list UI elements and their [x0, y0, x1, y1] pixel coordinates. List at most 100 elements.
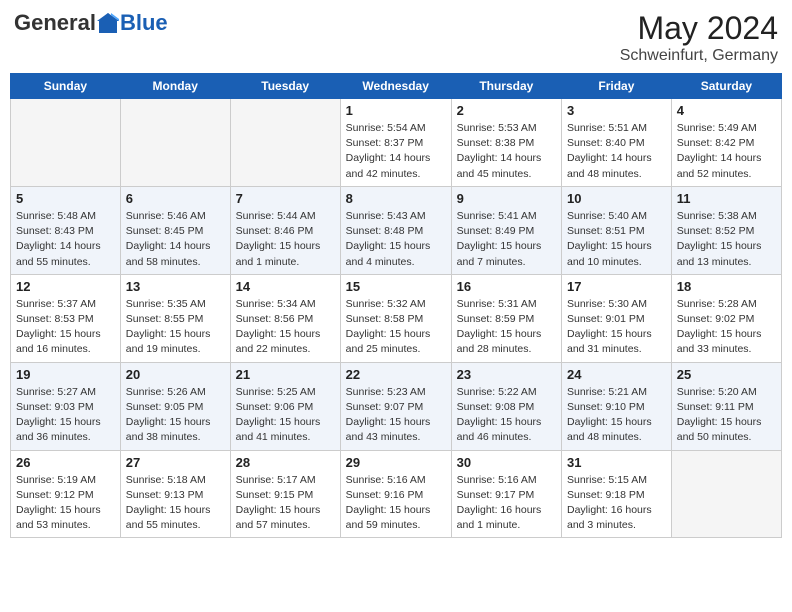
day-number: 13	[126, 279, 225, 294]
day-info: Sunrise: 5:41 AM Sunset: 8:49 PM Dayligh…	[457, 209, 556, 270]
day-number: 10	[567, 191, 666, 206]
day-info: Sunrise: 5:22 AM Sunset: 9:08 PM Dayligh…	[457, 385, 556, 446]
weekday-header-row: SundayMondayTuesdayWednesdayThursdayFrid…	[11, 74, 782, 99]
day-number: 8	[346, 191, 446, 206]
calendar-cell: 8 Sunrise: 5:43 AM Sunset: 8:48 PM Daylig…	[340, 186, 451, 274]
day-number: 29	[346, 455, 446, 470]
calendar-cell: 13 Sunrise: 5:35 AM Sunset: 8:55 PM Dayli…	[120, 274, 230, 362]
calendar-cell: 21Sunrise: 5:25 AM Sunset: 9:06 PM Dayli…	[230, 362, 340, 450]
day-info: Sunrise: 5:35 AM Sunset: 8:55 PM Dayligh…	[126, 297, 225, 358]
calendar-cell: 1Sunrise: 5:54 AM Sunset: 8:37 PM Daylig…	[340, 99, 451, 187]
calendar-cell: 15 Sunrise: 5:32 AM Sunset: 8:58 PM Dayli…	[340, 274, 451, 362]
calendar-cell: 18Sunrise: 5:28 AM Sunset: 9:02 PM Dayli…	[671, 274, 781, 362]
day-number: 3	[567, 103, 666, 118]
calendar-cell: 22 Sunrise: 5:23 AM Sunset: 9:07 PM Dayli…	[340, 362, 451, 450]
calendar-cell: 17Sunrise: 5:30 AM Sunset: 9:01 PM Dayli…	[562, 274, 672, 362]
calendar-cell: 30 Sunrise: 5:16 AM Sunset: 9:17 PM Dayli…	[451, 450, 561, 538]
logo-blue-text: Blue	[120, 10, 168, 36]
weekday-header-sunday: Sunday	[11, 74, 121, 99]
calendar-cell	[11, 99, 121, 187]
weekday-header-monday: Monday	[120, 74, 230, 99]
day-info: Sunrise: 5:44 AM Sunset: 8:46 PM Dayligh…	[236, 209, 335, 270]
day-number: 14	[236, 279, 335, 294]
day-number: 23	[457, 367, 556, 382]
page-header: General Blue May 2024 Schweinfurt, Germa…	[10, 10, 782, 65]
title-block: May 2024 Schweinfurt, Germany	[620, 10, 778, 65]
day-info: Sunrise: 5:25 AM Sunset: 9:06 PM Dayligh…	[236, 385, 335, 446]
day-info: Sunrise: 5:15 AM Sunset: 9:18 PM Dayligh…	[567, 473, 666, 534]
day-info: Sunrise: 5:32 AM Sunset: 8:58 PM Dayligh…	[346, 297, 446, 358]
calendar-cell: 5Sunrise: 5:48 AM Sunset: 8:43 PM Daylig…	[11, 186, 121, 274]
calendar-cell: 16 Sunrise: 5:31 AM Sunset: 8:59 PM Dayli…	[451, 274, 561, 362]
day-info: Sunrise: 5:30 AM Sunset: 9:01 PM Dayligh…	[567, 297, 666, 358]
day-info: Sunrise: 5:23 AM Sunset: 9:07 PM Dayligh…	[346, 385, 446, 446]
day-info: Sunrise: 5:19 AM Sunset: 9:12 PM Dayligh…	[16, 473, 115, 534]
day-number: 11	[677, 191, 776, 206]
calendar-week-row: 19 Sunrise: 5:27 AM Sunset: 9:03 PM Dayli…	[11, 362, 782, 450]
day-info: Sunrise: 5:20 AM Sunset: 9:11 PM Dayligh…	[677, 385, 776, 446]
day-number: 9	[457, 191, 556, 206]
calendar-cell: 6Sunrise: 5:46 AM Sunset: 8:45 PM Daylig…	[120, 186, 230, 274]
calendar-cell: 12 Sunrise: 5:37 AM Sunset: 8:53 PM Dayli…	[11, 274, 121, 362]
day-number: 25	[677, 367, 776, 382]
calendar-cell: 3 Sunrise: 5:51 AM Sunset: 8:40 PM Daylig…	[562, 99, 672, 187]
day-number: 15	[346, 279, 446, 294]
calendar-cell: 4Sunrise: 5:49 AM Sunset: 8:42 PM Daylig…	[671, 99, 781, 187]
day-info: Sunrise: 5:37 AM Sunset: 8:53 PM Dayligh…	[16, 297, 115, 358]
day-info: Sunrise: 5:53 AM Sunset: 8:38 PM Dayligh…	[457, 121, 556, 182]
calendar-cell: 20Sunrise: 5:26 AM Sunset: 9:05 PM Dayli…	[120, 362, 230, 450]
day-number: 6	[126, 191, 225, 206]
calendar-cell: 31 Sunrise: 5:15 AM Sunset: 9:18 PM Dayli…	[562, 450, 672, 538]
calendar-cell: 2 Sunrise: 5:53 AM Sunset: 8:38 PM Daylig…	[451, 99, 561, 187]
day-number: 1	[346, 103, 446, 118]
calendar-week-row: 1Sunrise: 5:54 AM Sunset: 8:37 PM Daylig…	[11, 99, 782, 187]
calendar-cell: 27 Sunrise: 5:18 AM Sunset: 9:13 PM Dayli…	[120, 450, 230, 538]
calendar-cell: 23 Sunrise: 5:22 AM Sunset: 9:08 PM Dayli…	[451, 362, 561, 450]
day-number: 2	[457, 103, 556, 118]
calendar-cell: 28 Sunrise: 5:17 AM Sunset: 9:15 PM Dayli…	[230, 450, 340, 538]
calendar-cell: 19 Sunrise: 5:27 AM Sunset: 9:03 PM Dayli…	[11, 362, 121, 450]
calendar-cell: 25 Sunrise: 5:20 AM Sunset: 9:11 PM Dayli…	[671, 362, 781, 450]
day-info: Sunrise: 5:26 AM Sunset: 9:05 PM Dayligh…	[126, 385, 225, 446]
day-number: 16	[457, 279, 556, 294]
day-number: 28	[236, 455, 335, 470]
weekday-header-thursday: Thursday	[451, 74, 561, 99]
calendar-cell: 29 Sunrise: 5:16 AM Sunset: 9:16 PM Dayli…	[340, 450, 451, 538]
day-number: 18	[677, 279, 776, 294]
day-info: Sunrise: 5:27 AM Sunset: 9:03 PM Dayligh…	[16, 385, 115, 446]
calendar-cell: 26 Sunrise: 5:19 AM Sunset: 9:12 PM Dayli…	[11, 450, 121, 538]
calendar-cell: 9 Sunrise: 5:41 AM Sunset: 8:49 PM Daylig…	[451, 186, 561, 274]
day-info: Sunrise: 5:43 AM Sunset: 8:48 PM Dayligh…	[346, 209, 446, 270]
calendar-table: SundayMondayTuesdayWednesdayThursdayFrid…	[10, 73, 782, 538]
day-info: Sunrise: 5:16 AM Sunset: 9:16 PM Dayligh…	[346, 473, 446, 534]
day-info: Sunrise: 5:51 AM Sunset: 8:40 PM Dayligh…	[567, 121, 666, 182]
day-info: Sunrise: 5:18 AM Sunset: 9:13 PM Dayligh…	[126, 473, 225, 534]
logo-general-text: General	[14, 10, 96, 36]
day-info: Sunrise: 5:49 AM Sunset: 8:42 PM Dayligh…	[677, 121, 776, 182]
day-number: 24	[567, 367, 666, 382]
day-number: 30	[457, 455, 556, 470]
day-number: 5	[16, 191, 115, 206]
day-info: Sunrise: 5:40 AM Sunset: 8:51 PM Dayligh…	[567, 209, 666, 270]
day-info: Sunrise: 5:38 AM Sunset: 8:52 PM Dayligh…	[677, 209, 776, 270]
day-number: 12	[16, 279, 115, 294]
logo: General Blue	[14, 10, 168, 36]
calendar-cell: 14 Sunrise: 5:34 AM Sunset: 8:56 PM Dayli…	[230, 274, 340, 362]
weekday-header-saturday: Saturday	[671, 74, 781, 99]
day-info: Sunrise: 5:17 AM Sunset: 9:15 PM Dayligh…	[236, 473, 335, 534]
calendar-week-row: 12 Sunrise: 5:37 AM Sunset: 8:53 PM Dayli…	[11, 274, 782, 362]
calendar-cell: 7Sunrise: 5:44 AM Sunset: 8:46 PM Daylig…	[230, 186, 340, 274]
day-info: Sunrise: 5:16 AM Sunset: 9:17 PM Dayligh…	[457, 473, 556, 534]
day-number: 31	[567, 455, 666, 470]
day-info: Sunrise: 5:31 AM Sunset: 8:59 PM Dayligh…	[457, 297, 556, 358]
day-number: 26	[16, 455, 115, 470]
day-info: Sunrise: 5:34 AM Sunset: 8:56 PM Dayligh…	[236, 297, 335, 358]
day-number: 19	[16, 367, 115, 382]
day-number: 27	[126, 455, 225, 470]
calendar-cell	[230, 99, 340, 187]
weekday-header-friday: Friday	[562, 74, 672, 99]
day-number: 22	[346, 367, 446, 382]
calendar-cell	[120, 99, 230, 187]
calendar-cell: 10 Sunrise: 5:40 AM Sunset: 8:51 PM Dayli…	[562, 186, 672, 274]
calendar-week-row: 26 Sunrise: 5:19 AM Sunset: 9:12 PM Dayli…	[11, 450, 782, 538]
